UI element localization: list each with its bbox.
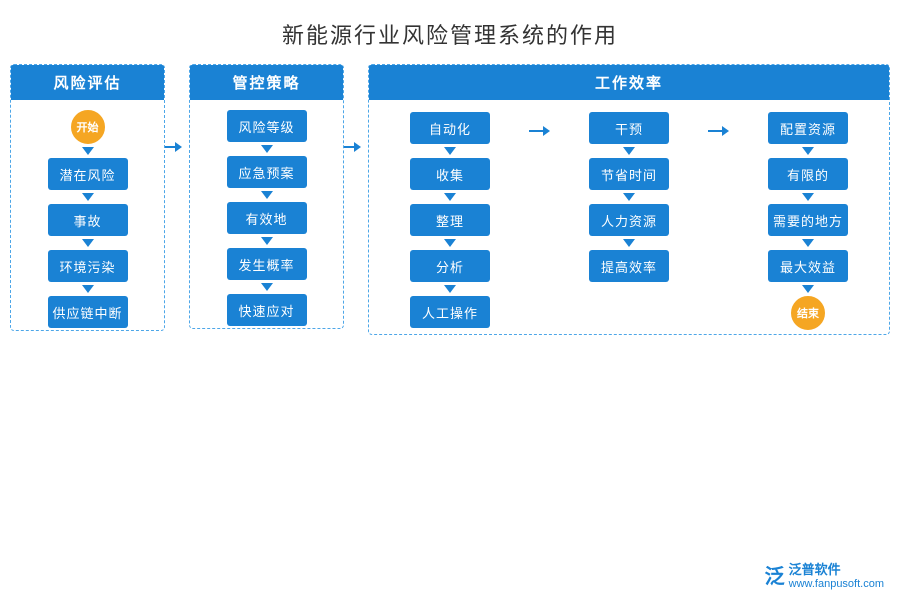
arrow-down bbox=[802, 285, 814, 293]
arrow-down bbox=[802, 239, 814, 247]
arrow-down bbox=[82, 239, 94, 247]
arrow-down bbox=[261, 283, 273, 291]
flow-box-ctrl-2: 应急预案 bbox=[227, 156, 307, 188]
eff-box-2-4: 提高效率 bbox=[589, 250, 669, 282]
h-arrow-2-3 bbox=[708, 126, 729, 136]
end-circle: 结束 bbox=[791, 296, 825, 330]
flow-box-ctrl-3: 有效地 bbox=[227, 202, 307, 234]
arrow-down bbox=[623, 239, 635, 247]
watermark-url: www.fanpusoft.com bbox=[789, 578, 884, 590]
section-control-strategy: 管控策略 风险等级 应急预案 有效地 发生概率 快速应对 bbox=[189, 64, 344, 329]
eff-box-2-1: 干预 bbox=[589, 112, 669, 144]
efficiency-col-2: 干预 节省时间 人力资源 提高效率 bbox=[552, 104, 706, 284]
eff-box-3-3: 需要的地方 bbox=[768, 204, 848, 236]
eff-box-1-3: 整理 bbox=[410, 204, 490, 236]
flow-box-ctrl-4: 发生概率 bbox=[227, 248, 307, 280]
flow-box-ctrl-5: 快速应对 bbox=[227, 294, 307, 326]
eff-box-2-2: 节省时间 bbox=[589, 158, 669, 190]
arrow-down bbox=[82, 193, 94, 201]
flow-box-ctrl-1: 风险等级 bbox=[227, 110, 307, 142]
page-title: 新能源行业风险管理系统的作用 bbox=[0, 0, 900, 64]
start-circle: 开始 bbox=[71, 110, 105, 144]
eff-box-1-1: 自动化 bbox=[410, 112, 490, 144]
eff-box-3-1: 配置资源 bbox=[768, 112, 848, 144]
section-header-risk: 风险评估 bbox=[11, 65, 164, 100]
h-arrow-1-2 bbox=[529, 126, 550, 136]
arrow-down bbox=[444, 239, 456, 247]
flow-box-risk-2: 事故 bbox=[48, 204, 128, 236]
arrow-down bbox=[444, 147, 456, 155]
arrow-down bbox=[261, 145, 273, 153]
arrow-down bbox=[82, 285, 94, 293]
eff-box-3-4: 最大效益 bbox=[768, 250, 848, 282]
arrow-down bbox=[444, 193, 456, 201]
watermark-icon: 泛 bbox=[765, 560, 785, 589]
eff-box-3-2: 有限的 bbox=[768, 158, 848, 190]
arrow-down bbox=[261, 191, 273, 199]
flow-box-risk-4: 供应链中断 bbox=[48, 296, 128, 328]
gap-arrow-2-3 bbox=[344, 64, 368, 152]
section-risk-assessment: 风险评估 开始 潜在风险 事故 环境污染 供应链中断 bbox=[10, 64, 165, 331]
eff-box-2-3: 人力资源 bbox=[589, 204, 669, 236]
arrow-down bbox=[444, 285, 456, 293]
gap-arrow-1-2 bbox=[165, 64, 189, 152]
section-header-efficiency: 工作效率 bbox=[369, 65, 889, 100]
eff-box-1-2: 收集 bbox=[410, 158, 490, 190]
section-work-efficiency: 工作效率 自动化 收集 整理 分析 人工操作 bbox=[368, 64, 890, 335]
arrow-down bbox=[82, 147, 94, 155]
arrow-down bbox=[802, 193, 814, 201]
watermark: 泛 泛普软件 www.fanpusoft.com bbox=[765, 559, 884, 590]
eff-box-1-5: 人工操作 bbox=[410, 296, 490, 328]
eff-box-1-4: 分析 bbox=[410, 250, 490, 282]
section-header-control: 管控策略 bbox=[190, 65, 343, 100]
arrow-down bbox=[261, 237, 273, 245]
efficiency-col-3: 配置资源 有限的 需要的地方 最大效益 结束 bbox=[731, 104, 885, 334]
arrow-down bbox=[623, 147, 635, 155]
arrow-down bbox=[623, 193, 635, 201]
watermark-name: 泛普软件 bbox=[789, 559, 884, 578]
arrow-down bbox=[802, 147, 814, 155]
efficiency-col-1: 自动化 收集 整理 分析 人工操作 bbox=[373, 104, 527, 330]
flow-box-risk-1: 潜在风险 bbox=[48, 158, 128, 190]
flow-box-risk-3: 环境污染 bbox=[48, 250, 128, 282]
